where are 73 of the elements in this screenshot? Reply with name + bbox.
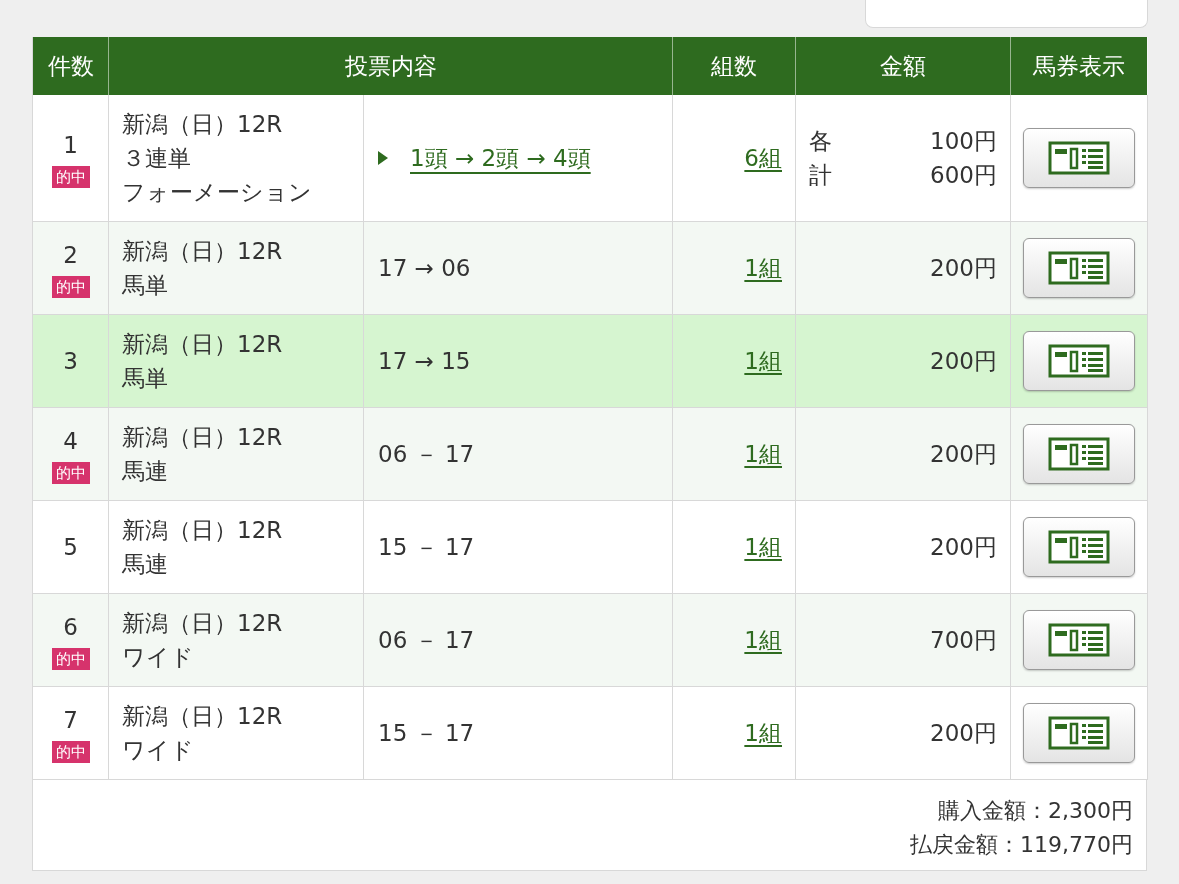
ticket-button[interactable] — [1023, 703, 1135, 763]
bet-type: 馬単 — [122, 364, 169, 393]
selection-text: 06 － 17 — [378, 625, 475, 655]
bet-type: ３連単 — [122, 144, 192, 173]
ticket-button[interactable] — [1023, 238, 1135, 298]
total-text: 払戻金額：119,770円 — [910, 831, 1133, 859]
selection-text: 15 － 17 — [378, 532, 475, 562]
bet-type: ワイド — [122, 643, 195, 672]
race-name: 新潟（日）12R — [122, 423, 284, 452]
race-name: 新潟（日）12R — [122, 702, 284, 731]
ticket-button[interactable] — [1023, 128, 1135, 188]
amount-label: 各 — [809, 127, 832, 156]
selection-text: 17 → 15 — [378, 346, 471, 376]
ticket-button[interactable] — [1023, 610, 1135, 670]
row-number: 6 — [63, 612, 78, 642]
selection-text: 06 － 17 — [378, 439, 475, 469]
bet-type: フォーメーション — [122, 178, 313, 207]
race-name: 新潟（日）12R — [122, 237, 284, 266]
combo-link[interactable]: 6組 — [744, 140, 782, 176]
ticket-icon — [1048, 344, 1110, 378]
row-number: 7 — [63, 705, 78, 735]
race-name: 新潟（日）12R — [122, 330, 284, 359]
combo-link[interactable]: 1組 — [744, 343, 782, 379]
race-name: 新潟（日）12R — [122, 516, 284, 545]
ticket-button[interactable] — [1023, 424, 1135, 484]
ticket-icon — [1048, 437, 1110, 471]
selection-link[interactable]: 1頭 → 2頭 → 4頭 — [410, 140, 591, 176]
ticket-icon — [1048, 623, 1110, 657]
column-header: 馬券表示 — [1033, 51, 1125, 81]
triangle-icon — [378, 151, 388, 165]
combo-link[interactable]: 1組 — [744, 715, 782, 751]
hit-label: 的中 — [51, 276, 90, 299]
ticket-icon — [1048, 716, 1110, 750]
race-name: 新潟（日）12R — [122, 110, 284, 139]
ticket-button[interactable] — [1023, 331, 1135, 391]
amount: 200円 — [930, 533, 997, 562]
column-header: 組数 — [711, 51, 757, 81]
amount: 200円 — [930, 254, 997, 283]
amount: 200円 — [930, 719, 997, 748]
combo-link[interactable]: 1組 — [744, 436, 782, 472]
amount: 200円 — [930, 440, 997, 469]
hit-label: 的中 — [51, 166, 90, 189]
bet-type: 馬連 — [122, 550, 169, 579]
total-text: 購入金額：2,300円 — [938, 797, 1133, 825]
race-name: 新潟（日）12R — [122, 609, 284, 638]
amount: 600円 — [930, 161, 997, 190]
row-number: 3 — [63, 346, 78, 376]
column-header: 金額 — [880, 51, 926, 81]
amount: 700円 — [930, 626, 997, 655]
ticket-button[interactable] — [1023, 517, 1135, 577]
row-number: 4 — [63, 426, 78, 456]
amount: 200円 — [930, 347, 997, 376]
ticket-icon — [1048, 251, 1110, 285]
hit-label: 的中 — [51, 648, 90, 671]
amount-label: 計 — [809, 161, 832, 190]
combo-link[interactable]: 1組 — [744, 529, 782, 565]
selection-text: 17 → 06 — [378, 253, 471, 283]
row-number: 5 — [63, 532, 78, 562]
amount: 100円 — [930, 127, 997, 156]
column-header: 投票内容 — [344, 51, 437, 81]
bet-type: 馬連 — [122, 457, 169, 486]
column-header: 件数 — [47, 51, 94, 81]
bet-type: ワイド — [122, 736, 195, 765]
bet-type: 馬単 — [122, 271, 169, 300]
row-number: 1 — [63, 130, 78, 160]
selection-text: 15 － 17 — [378, 718, 475, 748]
hit-label: 的中 — [51, 462, 90, 485]
combo-link[interactable]: 1組 — [744, 250, 782, 286]
combo-link[interactable]: 1組 — [744, 622, 782, 658]
ticket-icon — [1048, 530, 1110, 564]
hit-label: 的中 — [51, 741, 90, 764]
ticket-icon — [1048, 141, 1110, 175]
row-number: 2 — [63, 240, 78, 270]
